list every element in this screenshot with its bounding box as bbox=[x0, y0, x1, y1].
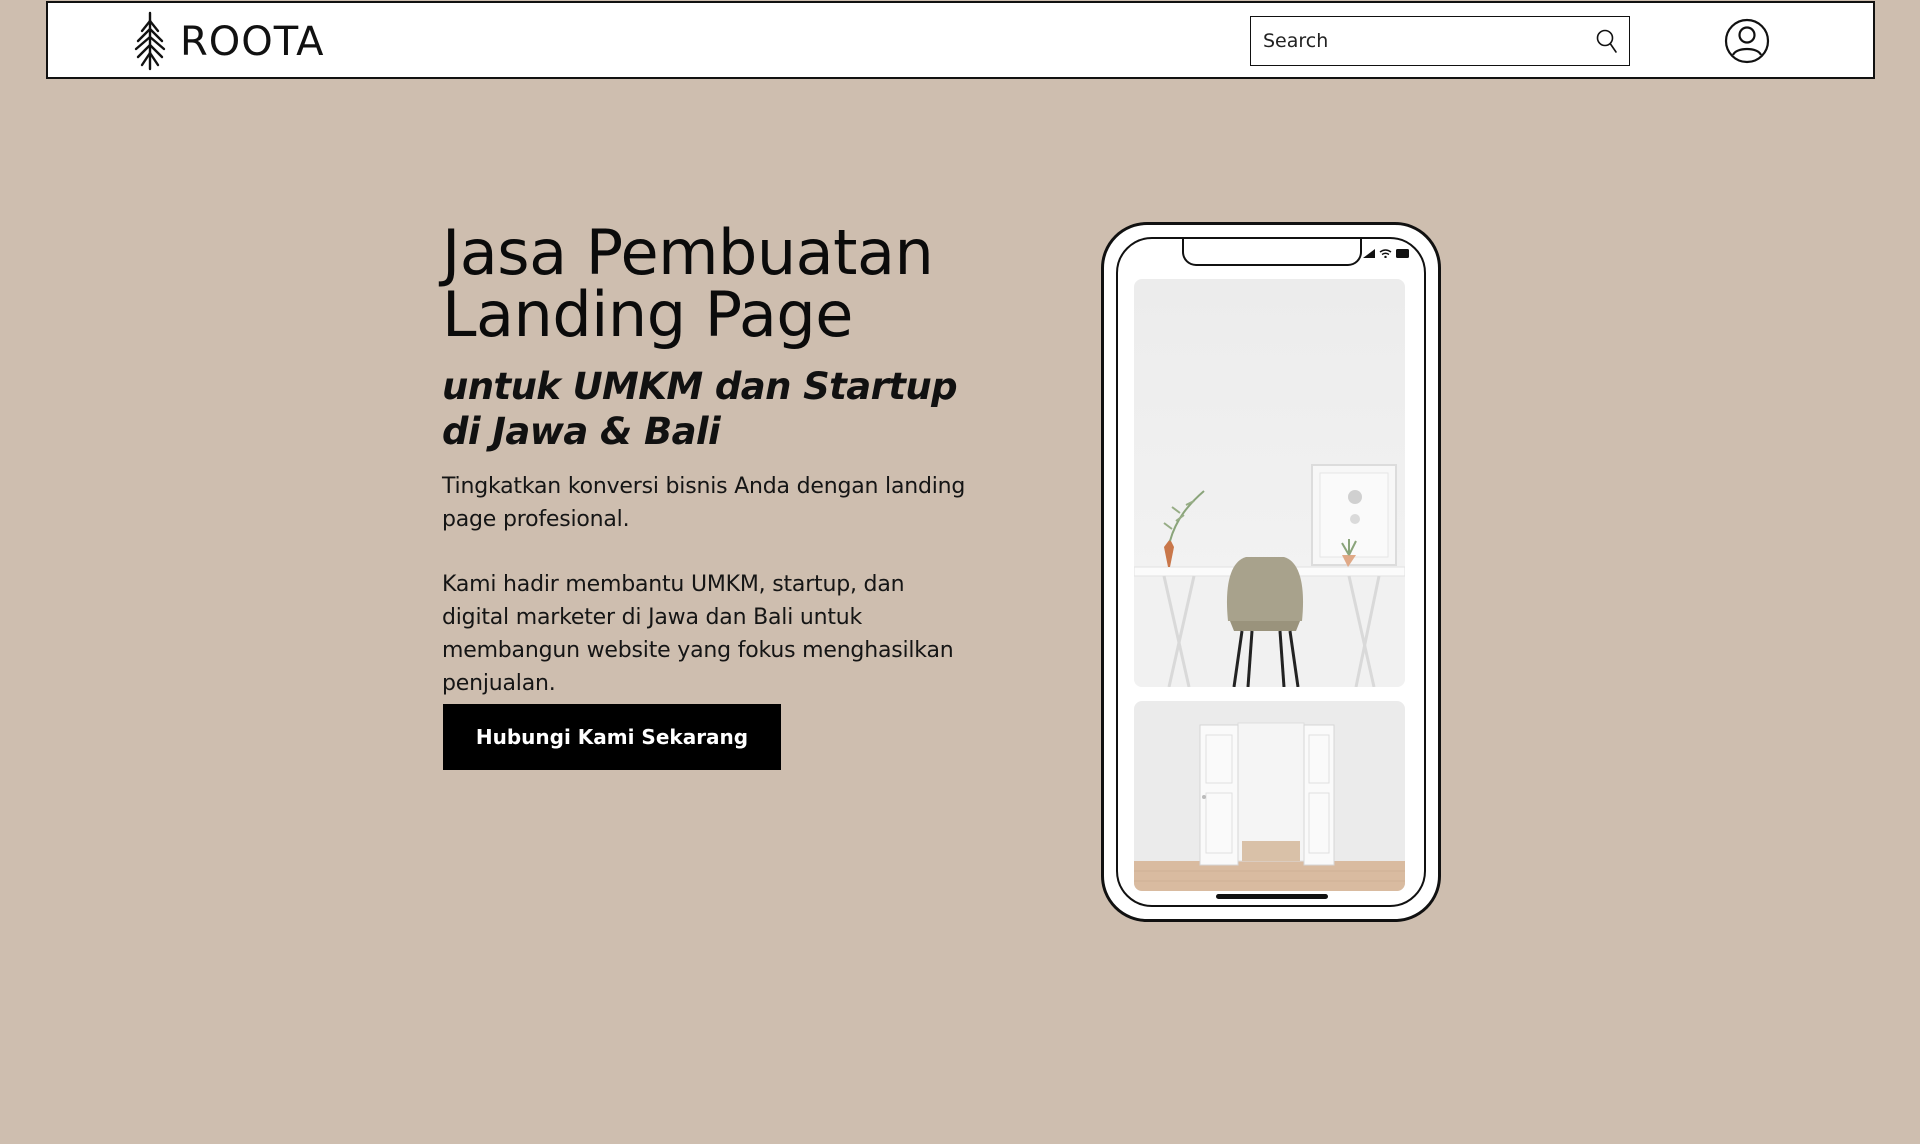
tree-roots-icon bbox=[134, 11, 166, 71]
phone-mockup bbox=[1101, 222, 1441, 922]
phone-screen bbox=[1116, 237, 1426, 907]
hero-paragraph-1: Tingkatkan konversi bisnis Anda dengan l… bbox=[442, 474, 966, 532]
phone-notch bbox=[1182, 239, 1362, 266]
top-navbar: ROOTA bbox=[46, 1, 1875, 79]
wifi-icon bbox=[1379, 249, 1392, 258]
hero-title-line-2: Landing Page bbox=[442, 278, 853, 351]
contact-us-button[interactable]: Hubungi Kami Sekarang bbox=[443, 704, 781, 770]
status-bar-icons bbox=[1363, 249, 1410, 258]
hero-title-line-1: Jasa Pembuatan bbox=[442, 216, 934, 289]
doorway-photo bbox=[1134, 701, 1405, 891]
search-icon bbox=[1596, 29, 1617, 53]
user-circle-icon bbox=[1724, 18, 1770, 64]
battery-icon bbox=[1396, 249, 1409, 258]
account-button[interactable] bbox=[1724, 18, 1770, 64]
hero-paragraph-2: Kami hadir membantu UMKM, startup, dan d… bbox=[442, 572, 954, 696]
doorway-illustration bbox=[1134, 701, 1405, 891]
home-indicator bbox=[1216, 894, 1328, 899]
search-bar bbox=[1250, 16, 1630, 66]
workspace-illustration bbox=[1134, 279, 1405, 687]
workspace-photo bbox=[1134, 279, 1405, 687]
signal-icon bbox=[1363, 249, 1375, 258]
hero-title: Jasa Pembuatan Landing Page bbox=[442, 222, 1002, 346]
search-input[interactable] bbox=[1251, 17, 1585, 65]
brand-name: ROOTA bbox=[180, 19, 325, 65]
hero-subtitle: untuk UMKM dan Startup di Jawa & Bali bbox=[442, 365, 958, 453]
brand-logo-link[interactable]: ROOTA bbox=[128, 11, 324, 71]
landing-page: ROOTA Jasa Pembuatan Landing Page untuk … bbox=[0, 0, 1920, 1144]
search-button[interactable] bbox=[1585, 17, 1629, 65]
